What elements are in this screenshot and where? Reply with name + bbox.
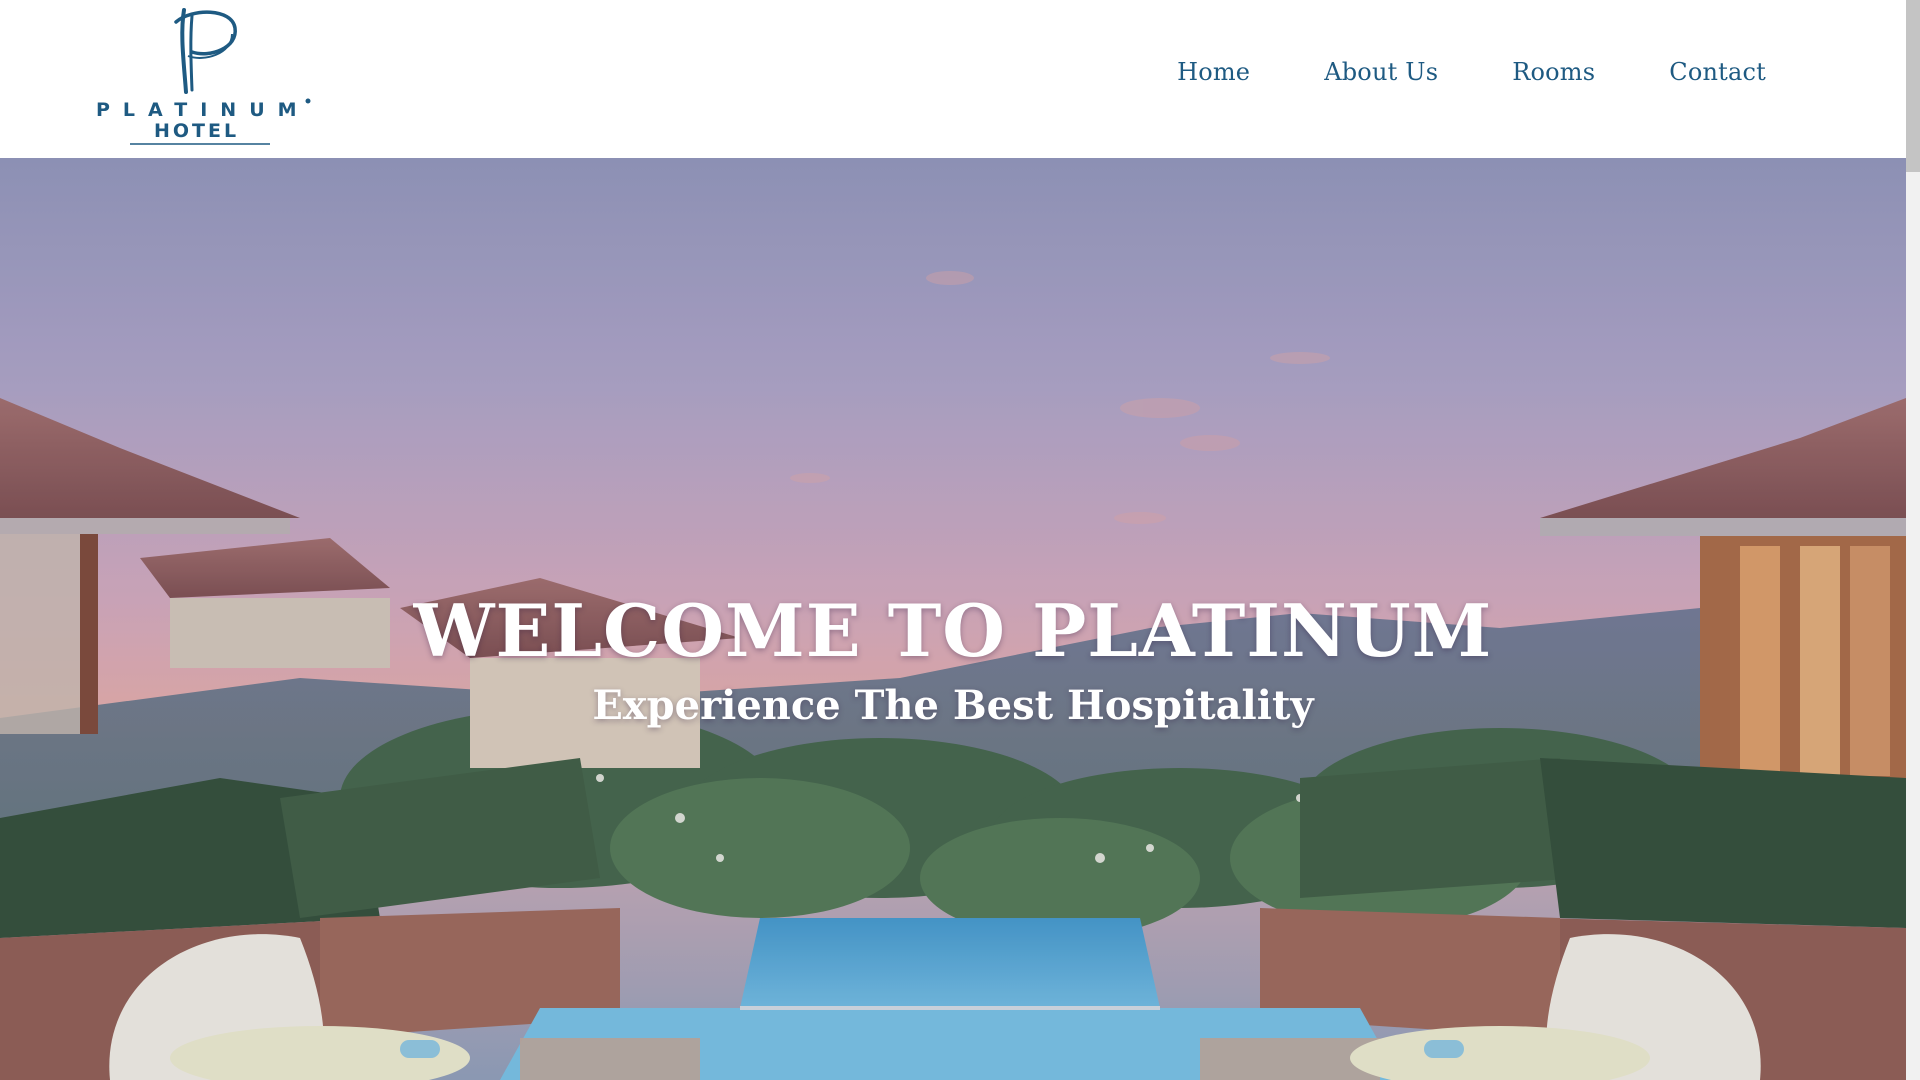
platinum-hotel-logo[interactable]: PLATINUM HOTEL [92, 4, 312, 146]
main-nav: Home About Us Rooms Contact [1177, 58, 1766, 86]
page: PLATINUM HOTEL Home About Us Rooms Conta… [0, 0, 1920, 1080]
hero-banner: WELCOME TO PLATINUM Experience The Best … [0, 158, 1906, 1080]
nav-rooms[interactable]: Rooms [1512, 58, 1595, 86]
logo-sub: HOTEL [154, 120, 239, 142]
nav-home[interactable]: Home [1177, 58, 1250, 86]
page-scrollbar[interactable] [1906, 0, 1920, 1080]
nav-about-us[interactable]: About Us [1324, 58, 1438, 86]
nav-contact[interactable]: Contact [1669, 58, 1766, 86]
hero-title: WELCOME TO PLATINUM [413, 588, 1493, 673]
scrollbar-thumb[interactable] [1906, 0, 1920, 172]
logo-word: PLATINUM [96, 99, 310, 121]
site-header: PLATINUM HOTEL Home About Us Rooms Conta… [0, 0, 1906, 158]
hero-subtitle: Experience The Best Hospitality [592, 682, 1314, 729]
